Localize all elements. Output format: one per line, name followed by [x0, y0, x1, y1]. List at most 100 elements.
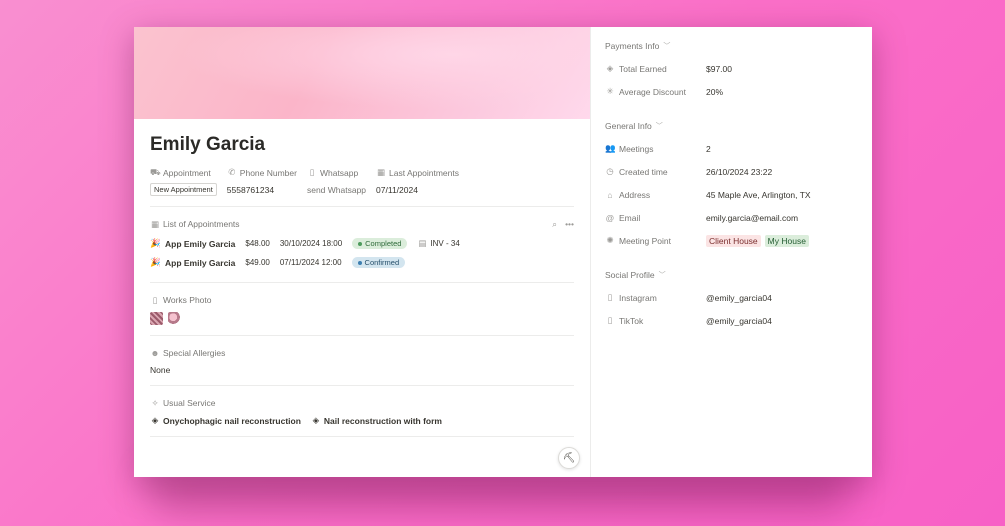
property-label: Phone Number: [239, 167, 297, 178]
app-window: Emily Garcia ⛟ Appointment New Appointme…: [134, 27, 872, 477]
property-label: Appointment: [163, 167, 211, 178]
phone-number-value[interactable]: 5558761234: [227, 185, 274, 195]
tiktok-value[interactable]: @emily_garcia04: [706, 316, 772, 326]
average-discount-row: ✳ Average Discount 20%: [605, 80, 858, 103]
info-sidebar: Payments Info ﹀ ◈ Total Earned $97.00 ✳ Av…: [591, 27, 872, 477]
section-label: Social Profile: [605, 270, 655, 280]
section-label: General Info: [605, 121, 652, 131]
people-icon: 👥: [605, 143, 616, 153]
appointments-section-header: ▦ List of Appointments ⌕ •••: [150, 217, 574, 231]
allergies-value[interactable]: None: [150, 365, 574, 375]
email-value[interactable]: emily.garcia@email.com: [706, 213, 798, 223]
divider: [150, 206, 574, 207]
chevron-down-icon: ﹀: [658, 272, 666, 279]
appointment-datetime: 30/10/2024 18:00: [279, 239, 343, 248]
meetings-value: 2: [706, 143, 711, 154]
row-label: Total Earned: [619, 63, 667, 74]
work-photo-thumbnail[interactable]: [168, 312, 181, 325]
service-item[interactable]: ◈ Nail reconstruction with form: [311, 415, 442, 426]
document-icon: ▤: [418, 238, 427, 248]
calendar-icon: ▦: [150, 218, 160, 229]
average-discount-value: 20%: [706, 86, 724, 97]
total-earned-row: ◈ Total Earned $97.00: [605, 57, 858, 80]
property-whatsapp: ▯ Whatsapp send Whatsapp: [307, 166, 366, 196]
allergies-header: ☻ Special Allergies: [150, 346, 574, 360]
phone-device-icon: ▯: [607, 315, 613, 325]
row-label: TikTok: [619, 315, 644, 326]
more-icon[interactable]: •••: [565, 219, 574, 230]
service-name: Onychophagic nail reconstruction: [163, 415, 301, 426]
address-value[interactable]: 45 Maple Ave, Arlington, TX: [706, 190, 811, 200]
appointment-row[interactable]: 🎉 App Emily Garcia $49.00 07/11/2024 12:…: [150, 253, 574, 272]
calendar-icon: ▦: [377, 167, 386, 177]
status-dot: [357, 260, 362, 265]
page-title: Emily Garcia: [150, 134, 266, 155]
property-label: Last Appointments: [389, 167, 459, 178]
status-text: Completed: [365, 239, 402, 248]
section-label: Special Allergies: [163, 348, 226, 358]
row-label: Meetings: [619, 143, 654, 154]
whatsapp-icon: ▯: [309, 167, 315, 177]
status-badge: Completed: [352, 238, 408, 249]
created-time-value: 26/10/2024 23:22: [706, 166, 773, 177]
pickaxe-icon: ⛏: [562, 452, 576, 464]
section-label: Works Photo: [163, 295, 212, 305]
properties-row: ⛟ Appointment New Appointment ✆ Phone Nu…: [150, 166, 574, 196]
service-item[interactable]: ◈ Onychophagic nail reconstruction: [150, 415, 301, 426]
status-text: Confirmed: [364, 258, 400, 267]
status-dot: [358, 241, 363, 246]
property-appointment: ⛟ Appointment New Appointment: [150, 166, 217, 196]
meetings-row: 👥 Meetings 2: [605, 137, 858, 160]
gem-icon: ◈: [312, 415, 320, 425]
phone-device-icon: ▯: [607, 292, 613, 302]
appointment-name[interactable]: App Emily Garcia: [165, 239, 235, 249]
status-badge: Confirmed: [351, 257, 406, 268]
instagram-row: ▯ Instagram @emily_garcia04: [605, 286, 858, 309]
gem-icon: ◈: [151, 415, 159, 425]
tag-icon: ⛟: [150, 166, 161, 177]
last-appointment-value[interactable]: 07/11/2024: [376, 185, 418, 195]
invoice-link[interactable]: INV - 34: [430, 239, 459, 248]
appointment-price: $49.00: [245, 258, 270, 267]
party-popper-icon: 🎉: [150, 257, 161, 267]
general-info-toggle[interactable]: General Info ﹀: [605, 119, 858, 133]
divider: [150, 436, 574, 437]
row-label: Email: [619, 212, 641, 223]
instagram-value[interactable]: @emily_garcia04: [706, 293, 772, 303]
meeting-point-tag[interactable]: My House: [764, 234, 809, 247]
appointment-datetime: 07/11/2024 12:00: [279, 258, 342, 267]
row-label: Address: [619, 189, 651, 200]
usual-service-list: ◈ Onychophagic nail reconstruction ◈ Nai…: [150, 415, 574, 426]
chevron-down-icon: ﹀: [663, 43, 671, 50]
payments-info-toggle[interactable]: Payments Info ﹀: [605, 39, 858, 53]
home-icon: ⌂: [607, 189, 613, 200]
address-row: ⌂ Address 45 Maple Ave, Arlington, TX: [605, 183, 858, 206]
party-popper-icon: 🎉: [150, 238, 161, 248]
meeting-point-row: ✺ Meeting Point Client House My House: [605, 229, 858, 252]
property-last-appointments: ▦ Last Appointments 07/11/2024: [376, 166, 459, 196]
at-sign-icon: @: [605, 212, 615, 223]
cover-image: [134, 27, 590, 119]
meeting-point-tag[interactable]: Client House: [706, 234, 761, 247]
appointment-price: $48.00: [245, 239, 270, 248]
search-icon[interactable]: ⌕: [552, 219, 557, 230]
magic-wand-icon: ✧: [151, 397, 159, 408]
row-label: Instagram: [619, 292, 657, 303]
phone-icon: ✆: [228, 167, 236, 177]
works-photo-header: ▯ Works Photo: [150, 293, 574, 307]
works-photo-gallery: [150, 312, 574, 325]
new-appointment-button[interactable]: New Appointment: [150, 183, 217, 196]
section-label: Usual Service: [163, 398, 216, 408]
help-button[interactable]: ⛏: [558, 447, 580, 469]
appointment-row[interactable]: 🎉 App Emily Garcia $48.00 30/10/2024 18:…: [150, 234, 574, 253]
appointment-name[interactable]: App Emily Garcia: [165, 258, 235, 268]
clock-icon: ◷: [606, 166, 614, 176]
email-row: @ Email emily.garcia@email.com: [605, 206, 858, 229]
diamond-icon: ◈: [606, 63, 614, 73]
row-label: Meeting Point: [619, 235, 671, 246]
usual-service-header: ✧ Usual Service: [150, 396, 574, 410]
work-photo-thumbnail[interactable]: [150, 312, 163, 325]
social-profile-toggle[interactable]: Social Profile ﹀: [605, 268, 858, 282]
send-whatsapp-link[interactable]: send Whatsapp: [307, 185, 366, 195]
property-phone: ✆ Phone Number 5558761234: [227, 166, 297, 196]
